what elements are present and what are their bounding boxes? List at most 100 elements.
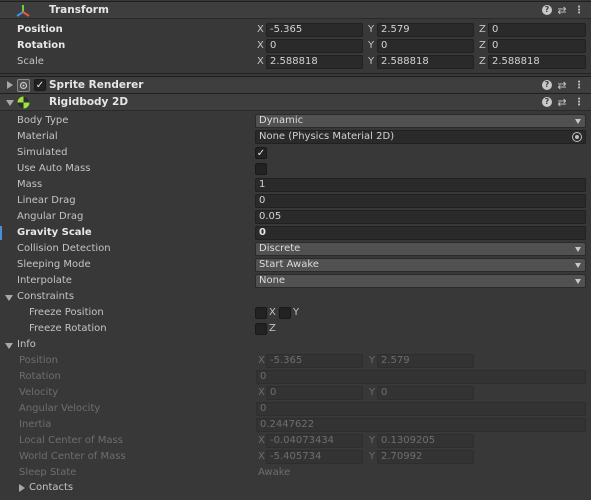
info-local-center-of-mass-label: Local Center of Mass xyxy=(19,435,123,446)
axis-y-label[interactable]: Y xyxy=(368,23,374,37)
transform-position-x-field[interactable]: -5.365 xyxy=(266,23,363,37)
collision-detection-value: Discrete xyxy=(259,243,301,254)
chevron-down-icon xyxy=(575,247,581,252)
interpolate-label: Interpolate xyxy=(17,275,72,286)
body-type-dropdown[interactable]: Dynamic xyxy=(255,114,586,128)
axis-y-label: Y xyxy=(369,387,376,398)
transform-position-z-field[interactable]: 0 xyxy=(488,23,586,37)
info-position-x-field: -5.365 xyxy=(266,354,363,368)
presets-icon[interactable]: ⇄ xyxy=(556,79,568,92)
contacts-foldout-icon[interactable] xyxy=(19,484,25,492)
axis-y-label: Y xyxy=(369,451,376,462)
axis-y-label[interactable]: Y xyxy=(368,55,374,69)
kebab-menu-icon[interactable]: ⋮ xyxy=(573,79,585,92)
sprite-renderer-header[interactable]: ✓ Sprite Renderer ? ⇄ ⋮ xyxy=(0,76,591,94)
transform-rotation-y-field[interactable]: 0 xyxy=(377,39,474,53)
axis-z-label[interactable]: Z xyxy=(479,39,486,53)
foldout-closed-icon[interactable] xyxy=(7,81,13,89)
info-angular-velocity-field: 0 xyxy=(256,402,586,416)
axis-z-label[interactable]: Z xyxy=(479,23,486,37)
transform-scale-y-field[interactable]: 2.588818 xyxy=(377,55,474,69)
sleeping-mode-value: Start Awake xyxy=(259,259,319,270)
contacts-label[interactable]: Contacts xyxy=(29,481,73,495)
info-position-label: Position xyxy=(19,355,58,366)
mass-field[interactable]: 1 xyxy=(255,178,586,192)
freeze-rotation-z-label: Z xyxy=(269,323,276,334)
axis-x-label[interactable]: X xyxy=(257,55,264,69)
freeze-rotation-label: Freeze Rotation xyxy=(29,323,107,334)
constraints-foldout-icon[interactable] xyxy=(5,295,13,301)
collision-detection-dropdown[interactable]: Discrete xyxy=(255,242,586,256)
linear-drag-label: Linear Drag xyxy=(17,195,76,206)
info-label[interactable]: Info xyxy=(17,338,36,352)
sleeping-mode-dropdown[interactable]: Start Awake xyxy=(255,258,586,272)
override-marker xyxy=(0,226,2,240)
help-icon[interactable]: ? xyxy=(542,80,552,90)
axis-z-label[interactable]: Z xyxy=(479,55,486,69)
chevron-down-icon xyxy=(575,119,581,124)
rigidbody-header[interactable]: Rigidbody 2D ? ⇄ ⋮ xyxy=(0,93,591,111)
use-auto-mass-label: Use Auto Mass xyxy=(17,163,91,174)
axis-x-label[interactable]: X xyxy=(257,23,264,37)
info-sleep-state-label: Sleep State xyxy=(19,467,77,478)
freeze-position-x-checkbox[interactable] xyxy=(255,307,267,319)
axis-x-label: X xyxy=(258,355,265,366)
axis-x-label[interactable]: X xyxy=(257,39,264,53)
presets-icon[interactable]: ⇄ xyxy=(556,96,568,109)
freeze-rotation-z-checkbox[interactable] xyxy=(255,323,267,335)
simulated-checkbox[interactable]: ✓ xyxy=(255,147,267,159)
body-type-label: Body Type xyxy=(17,115,69,126)
constraints-label[interactable]: Constraints xyxy=(17,290,74,304)
interpolate-value: None xyxy=(259,275,286,286)
sprite-renderer-title: Sprite Renderer xyxy=(49,79,144,91)
gravity-scale-field[interactable]: 0 xyxy=(255,226,586,240)
transform-scale-x-field[interactable]: 2.588818 xyxy=(266,55,363,69)
help-icon[interactable]: ? xyxy=(542,5,552,15)
transform-position-y-field[interactable]: 2.579 xyxy=(377,23,474,37)
gravity-scale-label: Gravity Scale xyxy=(17,227,92,238)
linear-drag-field[interactable]: 0 xyxy=(255,194,586,208)
info-foldout-icon[interactable] xyxy=(5,343,13,349)
axis-x-label: X xyxy=(258,435,265,446)
info-velocity-y-field: 0 xyxy=(377,386,474,400)
sprite-renderer-icon xyxy=(17,79,30,92)
transform-rotation-label: Rotation xyxy=(17,40,66,51)
rigidbody-title: Rigidbody 2D xyxy=(49,96,129,108)
simulated-label: Simulated xyxy=(17,147,68,158)
info-sleep-state-value: Awake xyxy=(258,467,291,478)
sprite-renderer-enabled-checkbox[interactable]: ✓ xyxy=(34,79,46,91)
material-object-field[interactable]: None (Physics Material 2D) xyxy=(255,130,586,144)
angular-drag-label: Angular Drag xyxy=(17,211,84,222)
info-angular-velocity-label: Angular Velocity xyxy=(19,403,101,414)
axis-x-label: X xyxy=(258,451,265,462)
material-value: None (Physics Material 2D) xyxy=(259,131,395,142)
freeze-position-label: Freeze Position xyxy=(29,307,104,318)
axis-y-label[interactable]: Y xyxy=(368,39,374,53)
presets-icon[interactable]: ⇄ xyxy=(556,4,568,17)
checkmark-icon: ✓ xyxy=(256,148,266,159)
object-picker-icon[interactable] xyxy=(572,132,582,142)
info-world-center-of-mass-x-field: -5.405734 xyxy=(266,450,363,464)
info-rotation-field: 0 xyxy=(256,370,586,384)
kebab-menu-icon[interactable]: ⋮ xyxy=(573,4,585,17)
help-icon[interactable]: ? xyxy=(542,97,552,107)
chevron-down-icon xyxy=(575,279,581,284)
info-local-center-of-mass-y-field: 0.1309205 xyxy=(377,434,474,448)
interpolate-dropdown[interactable]: None xyxy=(255,274,586,288)
transform-rotation-z-field[interactable]: 0 xyxy=(488,39,586,53)
transform-rotation-x-field[interactable]: 0 xyxy=(266,39,363,53)
transform-scale-z-field[interactable]: 2.588818 xyxy=(488,55,586,69)
info-velocity-x-field: 0 xyxy=(266,386,363,400)
use-auto-mass-checkbox[interactable] xyxy=(255,163,267,175)
freeze-position-y-label: Y xyxy=(293,307,300,318)
material-label: Material xyxy=(17,131,58,142)
info-world-center-of-mass-y-field: 2.70992 xyxy=(377,450,474,464)
angular-drag-field[interactable]: 0.05 xyxy=(255,210,586,224)
transform-header[interactable]: Transform ? ⇄ ⋮ xyxy=(0,1,591,19)
info-local-center-of-mass-x-field: -0.04073434 xyxy=(266,434,363,448)
freeze-position-y-checkbox[interactable] xyxy=(279,307,291,319)
collision-detection-label: Collision Detection xyxy=(17,243,111,254)
info-velocity-label: Velocity xyxy=(19,387,59,398)
foldout-open-icon[interactable] xyxy=(6,100,14,106)
kebab-menu-icon[interactable]: ⋮ xyxy=(573,96,585,109)
